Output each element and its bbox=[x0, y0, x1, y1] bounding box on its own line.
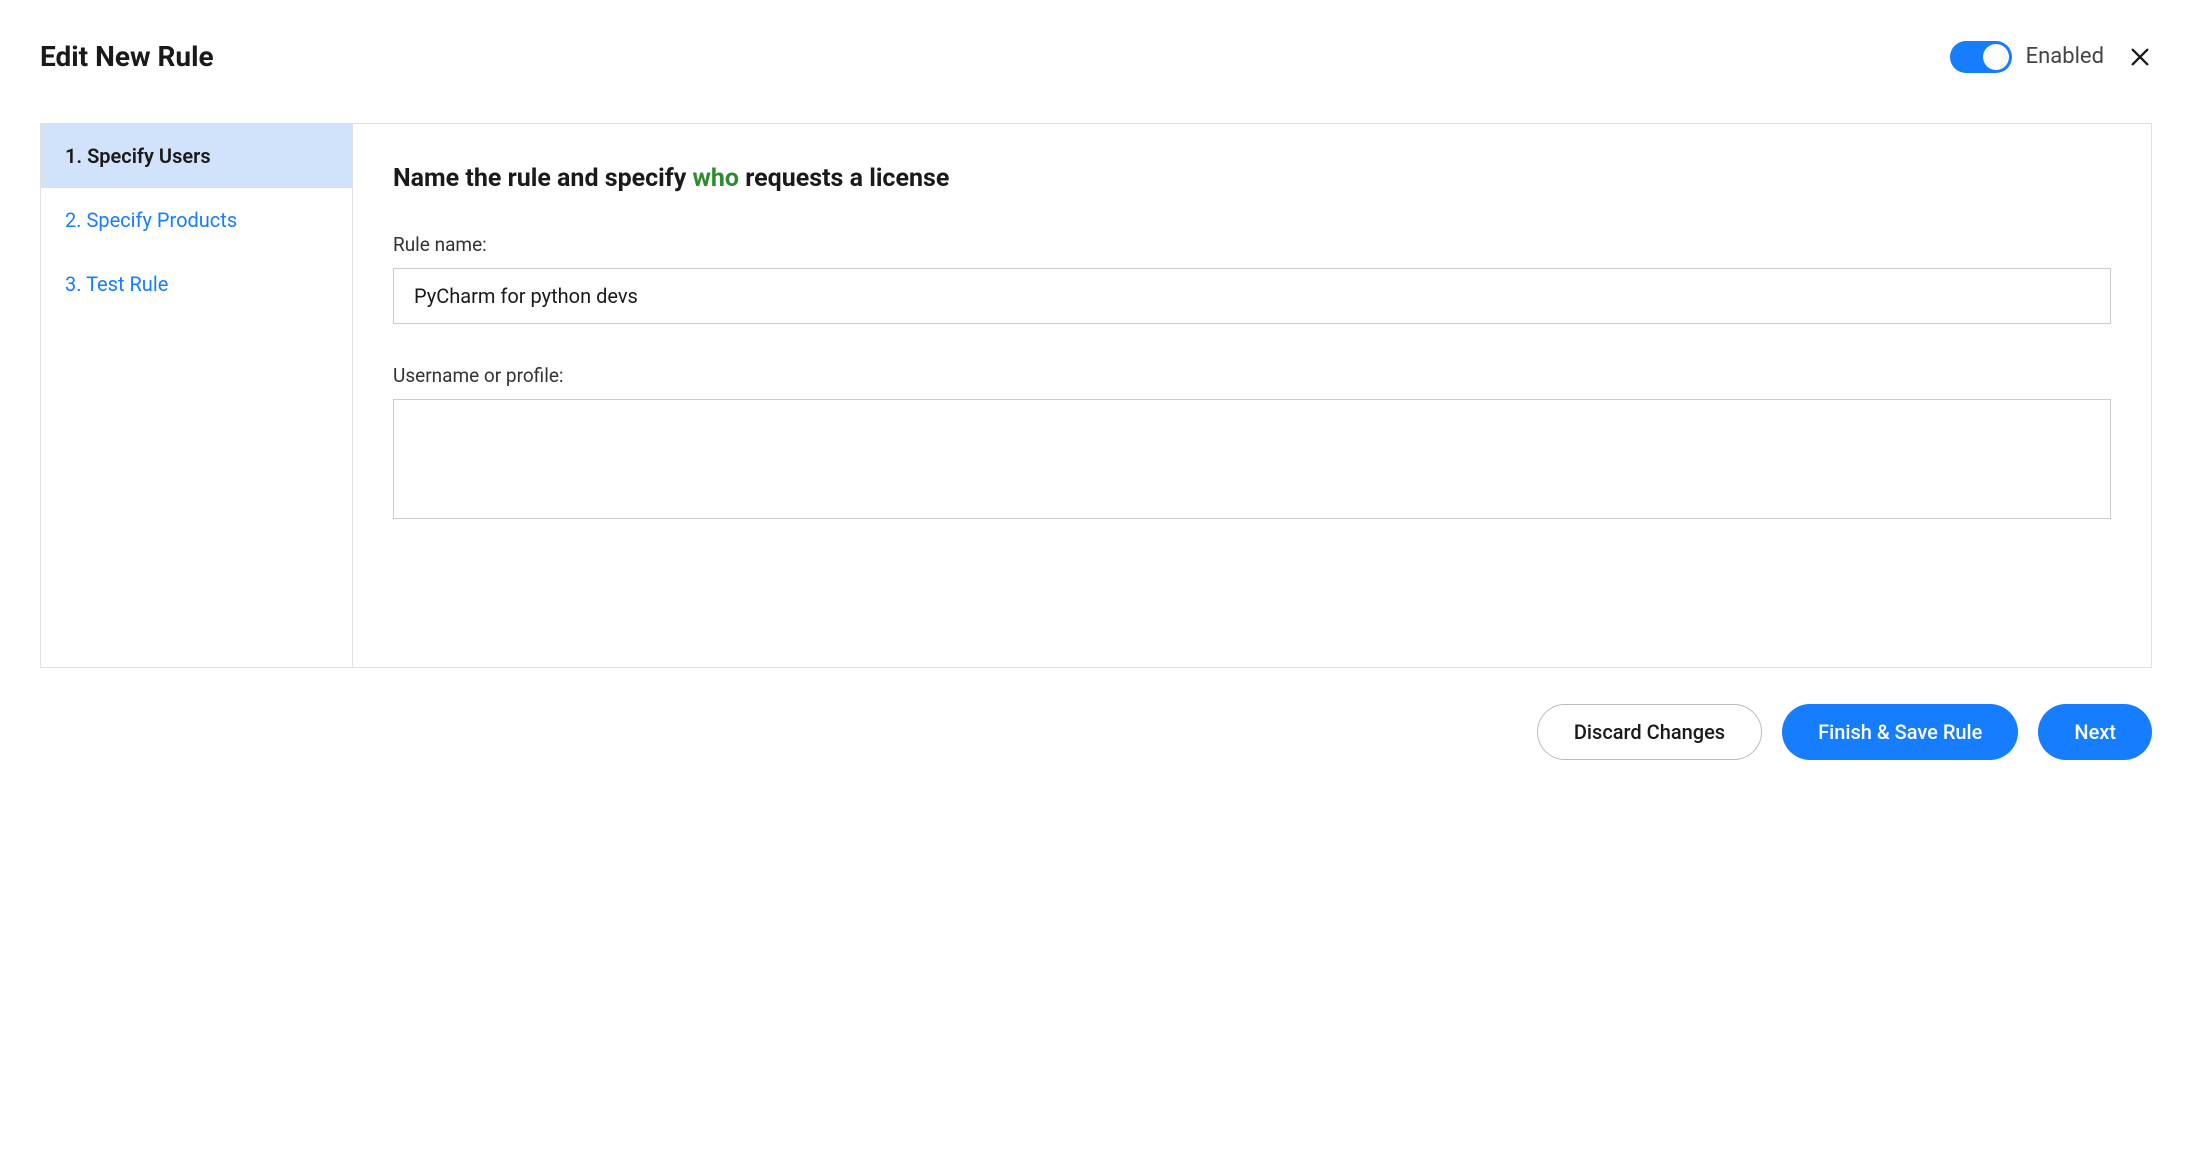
sidebar-item-label: 3. Test Rule bbox=[65, 272, 168, 296]
discard-button[interactable]: Discard Changes bbox=[1537, 704, 1762, 760]
rule-name-input[interactable] bbox=[393, 268, 2111, 324]
page-title: Edit New Rule bbox=[40, 40, 214, 73]
toggle-knob bbox=[1983, 44, 2009, 70]
sidebar-item-label: 1. Specify Users bbox=[65, 144, 211, 168]
heading-highlight: who bbox=[693, 164, 739, 193]
heading-prefix: Name the rule and specify bbox=[393, 164, 693, 193]
sidebar-item-label: 2. Specify Products bbox=[65, 208, 237, 232]
next-button[interactable]: Next bbox=[2038, 704, 2152, 760]
finish-save-button[interactable]: Finish & Save Rule bbox=[1782, 704, 2018, 760]
enabled-toggle-wrapper: Enabled bbox=[1950, 41, 2104, 73]
sidebar-item-specify-products[interactable]: 2. Specify Products bbox=[41, 188, 352, 252]
footer: Discard Changes Finish & Save Rule Next bbox=[40, 704, 2152, 760]
close-icon[interactable] bbox=[2128, 45, 2152, 69]
rule-name-label: Rule name: bbox=[393, 233, 2111, 256]
header: Edit New Rule Enabled bbox=[40, 40, 2152, 73]
enabled-toggle-label: Enabled bbox=[2026, 44, 2104, 69]
sidebar-item-specify-users[interactable]: 1. Specify Users bbox=[41, 124, 352, 188]
username-input[interactable] bbox=[393, 399, 2111, 519]
header-controls: Enabled bbox=[1950, 41, 2152, 73]
username-label: Username or profile: bbox=[393, 364, 2111, 387]
heading-suffix: requests a license bbox=[739, 164, 949, 193]
sidebar: 1. Specify Users 2. Specify Products 3. … bbox=[41, 124, 353, 667]
rule-name-group: Rule name: bbox=[393, 233, 2111, 324]
sidebar-item-test-rule[interactable]: 3. Test Rule bbox=[41, 252, 352, 316]
panel-heading: Name the rule and specify who requests a… bbox=[393, 164, 2111, 193]
content-area: 1. Specify Users 2. Specify Products 3. … bbox=[40, 123, 2152, 668]
username-group: Username or profile: bbox=[393, 364, 2111, 523]
main-panel: Name the rule and specify who requests a… bbox=[353, 124, 2151, 667]
enabled-toggle[interactable] bbox=[1950, 41, 2012, 73]
